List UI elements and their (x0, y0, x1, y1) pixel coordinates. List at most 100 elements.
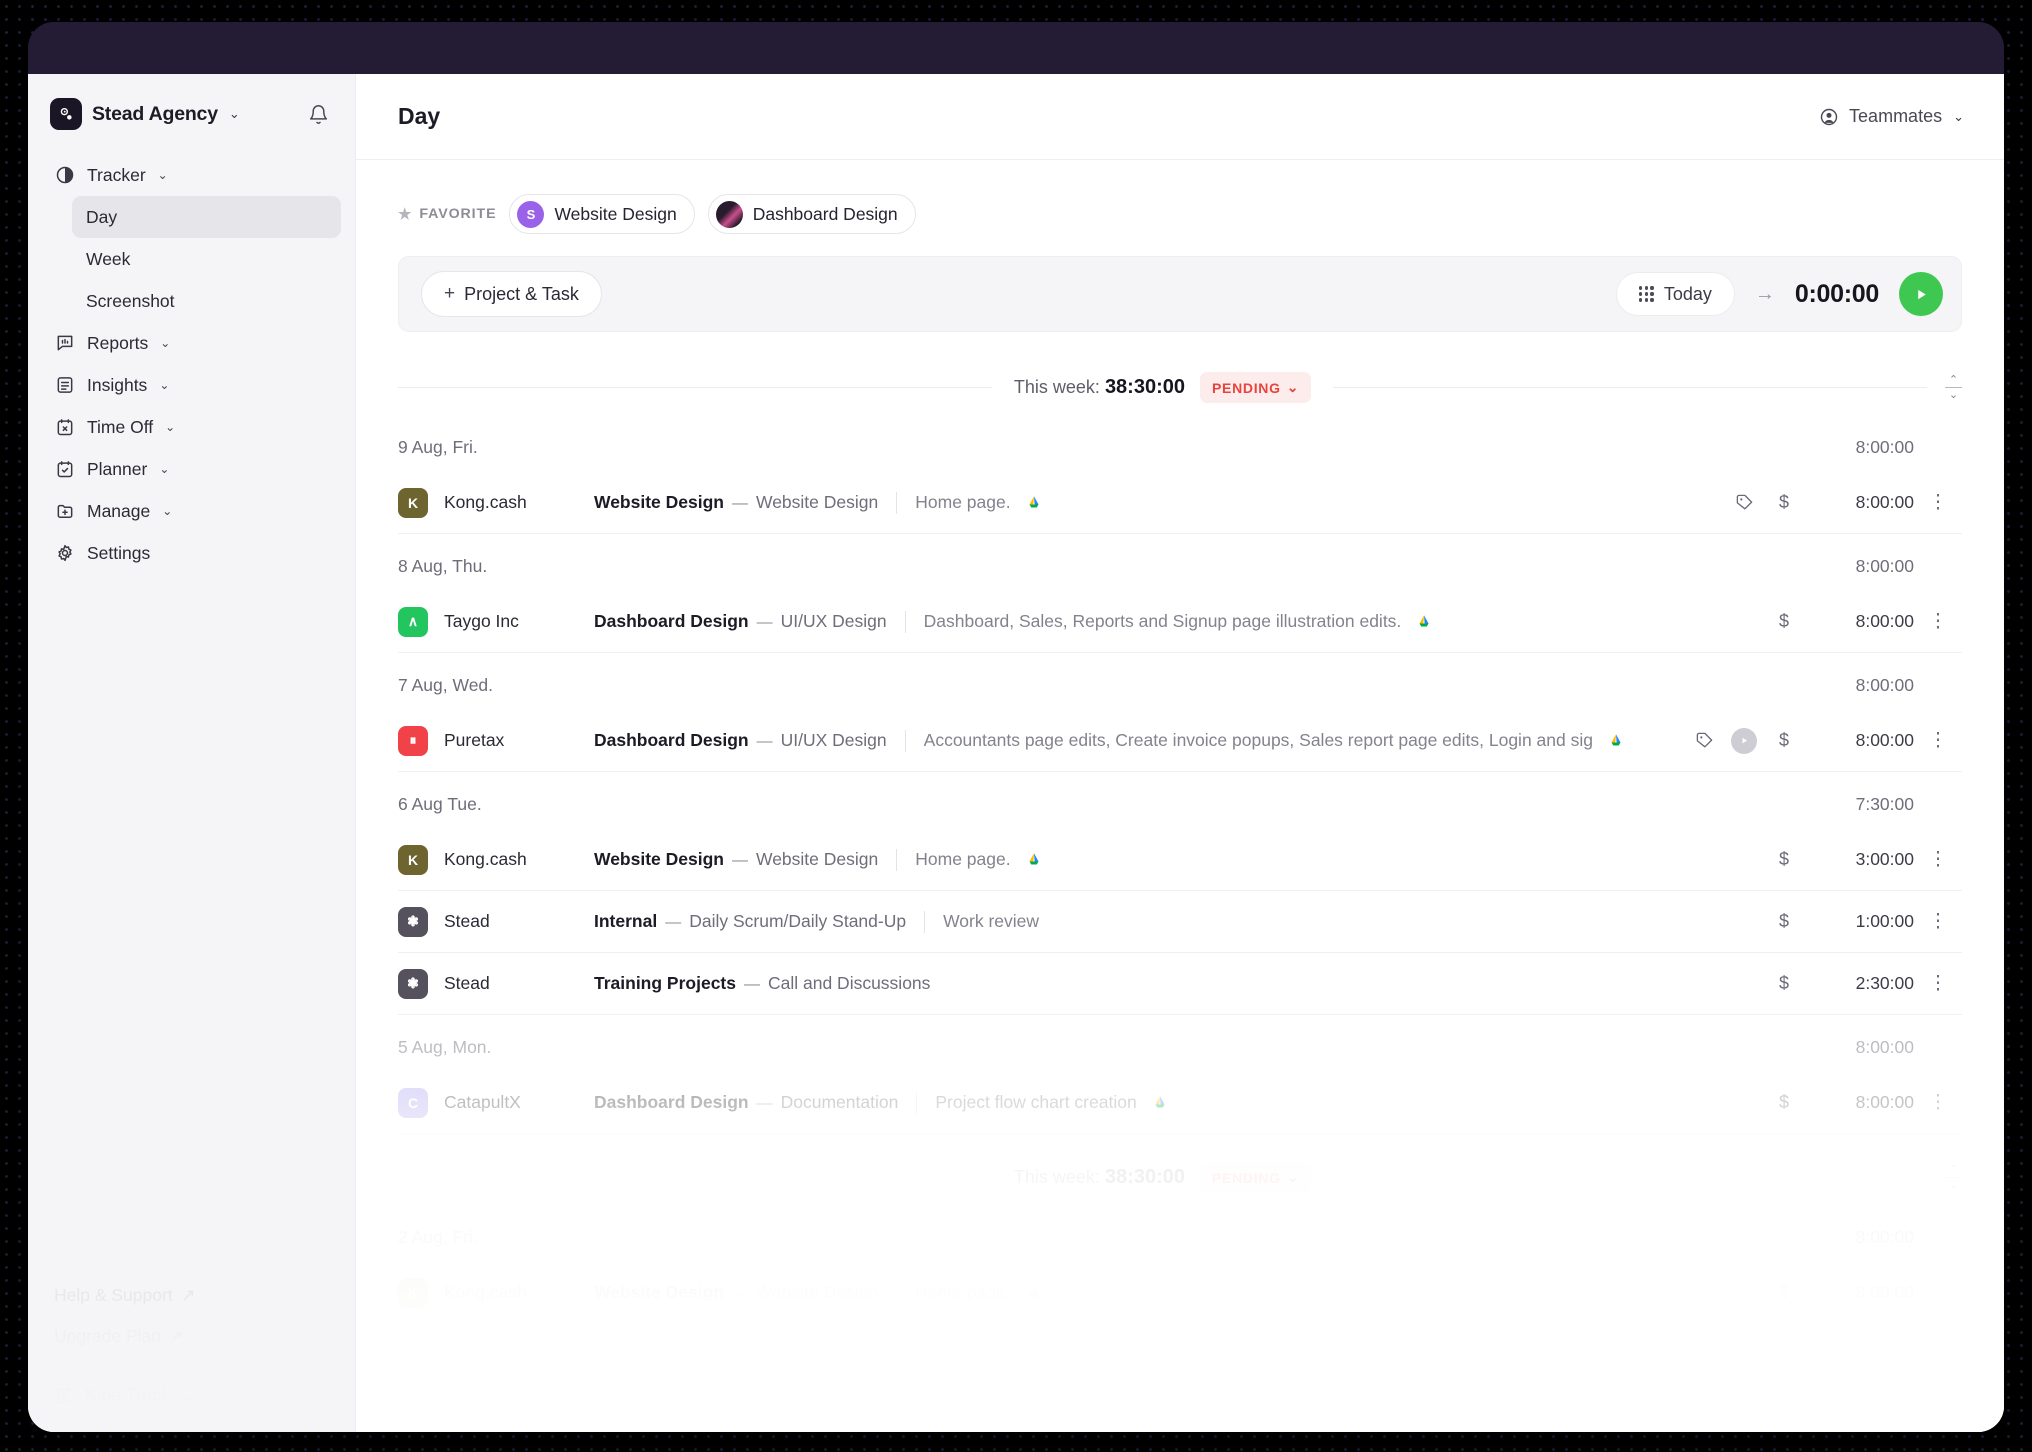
google-drive-icon[interactable] (1020, 1279, 1047, 1306)
divider (896, 491, 898, 514)
day-group-header: 5 Aug, Mon. 8:00:00 (398, 1015, 1962, 1072)
billable-icon[interactable]: $ (1764, 730, 1804, 751)
google-drive-icon[interactable] (1020, 846, 1047, 873)
sidebar-subitem-label: Day (86, 206, 118, 227)
entry-menu-button[interactable]: ⋮ (1914, 972, 1962, 995)
workspace-switcher[interactable]: Stead Agency ⌄ (28, 74, 355, 140)
sort-icon[interactable]: ⌃ ⌄ (1945, 1164, 1963, 1191)
start-timer-button[interactable] (1899, 272, 1943, 316)
google-drive-icon[interactable] (1020, 489, 1047, 516)
app-window: Stead Agency ⌄ Tracker ⌄ Day Week Screen… (28, 22, 2004, 1432)
day-group-total: 8:00:00 (1855, 1227, 1914, 1247)
entry-project-task[interactable]: Website Design — Website Design (594, 849, 878, 870)
billable-icon[interactable]: $ (1764, 973, 1804, 994)
entry-project-task[interactable]: Dashboard Design — Documentation (594, 1092, 898, 1113)
favorite-chip-website-design[interactable]: S Website Design (509, 194, 695, 234)
sidebar-item-label: Time Off (87, 416, 154, 437)
billable-icon[interactable]: $ (1764, 911, 1804, 932)
billable-icon[interactable]: $ (1764, 1092, 1804, 1113)
entry-project-task[interactable]: Website Design — Website Design (594, 492, 878, 513)
entry-project: Training Projects (594, 973, 736, 993)
resume-timer-button[interactable] (1724, 727, 1764, 754)
table-row[interactable]: ⏸ Puretax Dashboard Design — UI/UX Design Acc… (398, 710, 1962, 772)
sidebar-item-week[interactable]: Week (72, 238, 341, 280)
bell-icon[interactable] (308, 104, 333, 125)
table-row[interactable]: ❃ Stead Training Projects — Call and Discuss… (398, 953, 1962, 1015)
day-group: 7 Aug, Wed. 8:00:00 ⏸ Puretax Dashboard Desi… (398, 653, 1962, 772)
week-summary-row-bottom: This week: 38:30:00 PENDING ⌄ ⌃ ⌄ (398, 1134, 1963, 1205)
entry-description[interactable]: Home page. (915, 849, 1010, 870)
entry-task: Website Design (756, 1282, 879, 1302)
sidebar-item-settings[interactable]: Settings (42, 532, 341, 574)
entry-description[interactable]: Dashboard, Sales, Reports and Signup pag… (924, 611, 1402, 632)
sidebar-item-label: Insights (87, 374, 148, 395)
entry-menu-button[interactable]: ⋮ (1914, 610, 1962, 633)
entry-menu-button[interactable]: ⋮ (1914, 1091, 1962, 1114)
table-row[interactable]: K Kong.cash Website Design — Website Design H… (398, 1262, 1962, 1324)
teammates-button[interactable]: Teammates ⌄ (1819, 106, 1964, 127)
billable-icon[interactable]: $ (1764, 611, 1804, 632)
day-group-total: 8:00:00 (1855, 437, 1914, 457)
calendar-x-icon (54, 417, 75, 438)
favorite-chip-dashboard-design[interactable]: Dashboard Design (707, 194, 916, 234)
kipe-logo-icon (54, 1386, 74, 1406)
billable-icon[interactable]: $ (1764, 849, 1804, 870)
entry-menu-button[interactable]: ⋮ (1914, 1281, 1962, 1304)
entry-project-task[interactable]: Internal — Daily Scrum/Daily Stand-Up (594, 911, 906, 932)
plus-icon: + (444, 283, 456, 304)
entry-menu-button[interactable]: ⋮ (1914, 729, 1962, 752)
table-row[interactable]: ❃ Stead Internal — Daily Scrum/Daily Stand-U… (398, 891, 1962, 953)
today-button[interactable]: Today (1615, 272, 1735, 316)
day-group-header: 9 Aug, Fri. 8:00:00 (398, 415, 1962, 472)
status-badge[interactable]: PENDING ⌄ (1200, 1162, 1312, 1193)
day-group: 5 Aug, Mon. 8:00:00 C CatapultX Dashboard De… (398, 1015, 1962, 1134)
billable-icon[interactable]: $ (1764, 492, 1804, 513)
add-project-task-button[interactable]: + Project & Task (421, 271, 602, 317)
tag-icon[interactable] (1724, 493, 1764, 512)
status-badge[interactable]: PENDING ⌄ (1200, 372, 1312, 403)
entry-duration: 1:00:00 (1855, 911, 1914, 931)
entry-menu-button[interactable]: ⋮ (1914, 910, 1962, 933)
sidebar-item-time-off[interactable]: Time Off ⌄ (42, 406, 341, 448)
table-row[interactable]: K Kong.cash Website Design — Website Design H… (398, 829, 1962, 891)
sidebar-item-planner[interactable]: Planner ⌄ (42, 448, 341, 490)
table-row[interactable]: K Kong.cash Website Design — Website Design H… (398, 472, 1962, 534)
upgrade-plan-link[interactable]: Upgrade Plan ↗ (54, 1326, 329, 1347)
google-drive-icon[interactable] (1411, 608, 1438, 635)
entry-project-task[interactable]: Training Projects — Call and Discussions (594, 973, 930, 994)
entry-menu-button[interactable]: ⋮ (1914, 491, 1962, 514)
help-and-support-link[interactable]: Help & Support ↗ (54, 1285, 329, 1306)
table-row[interactable]: ∧ Taygo Inc Dashboard Design — UI/UX Design D… (398, 591, 1962, 653)
sidebar-item-day[interactable]: Day (72, 196, 341, 238)
entry-description[interactable]: Accountants page edits, Create invoice p… (924, 730, 1593, 751)
entry-project-task[interactable]: Website Design — Website Design (594, 1282, 878, 1303)
billable-icon[interactable]: $ (1764, 1282, 1804, 1303)
tag-icon[interactable] (1684, 731, 1724, 750)
sidebar-item-reports[interactable]: Reports ⌄ (42, 322, 341, 364)
entry-project-task[interactable]: Dashboard Design — UI/UX Design (594, 730, 887, 751)
day-group-total: 7:30:00 (1855, 794, 1914, 814)
entry-description[interactable]: Home page. (915, 492, 1010, 513)
app-logo-icon (50, 98, 82, 130)
entry-client: Kong.cash (444, 1282, 527, 1302)
entry-menu-button[interactable]: ⋮ (1914, 848, 1962, 871)
entry-description[interactable]: Project flow chart creation (935, 1092, 1136, 1113)
sort-icon[interactable]: ⌃ ⌄ (1945, 374, 1963, 401)
google-drive-icon[interactable] (1602, 727, 1629, 754)
sidebar-item-screenshot[interactable]: Screenshot (72, 280, 341, 322)
table-row[interactable]: C CatapultX Dashboard Design — Documentation… (398, 1072, 1962, 1134)
day-group-header: 8 Aug, Thu. 8:00:00 (398, 534, 1962, 591)
entry-task: Documentation (780, 1092, 899, 1112)
sidebar-item-tracker[interactable]: Tracker ⌄ (42, 154, 341, 196)
entry-project-task[interactable]: Dashboard Design — UI/UX Design (594, 611, 887, 632)
product-switcher[interactable]: Kipe Track ⌄ (54, 1367, 329, 1406)
entry-description[interactable]: Home page. (915, 1282, 1010, 1303)
entry-actions: $3:00:00 ⋮ (1746, 848, 1962, 871)
sidebar-item-insights[interactable]: Insights ⌄ (42, 364, 341, 406)
user-circle-icon (1819, 107, 1839, 127)
entry-description[interactable]: Work review (943, 911, 1039, 932)
entry-project: Internal (594, 911, 658, 931)
sidebar-item-manage[interactable]: Manage ⌄ (42, 490, 341, 532)
google-drive-icon[interactable] (1146, 1089, 1173, 1116)
avatar: ⏸ (398, 725, 428, 756)
